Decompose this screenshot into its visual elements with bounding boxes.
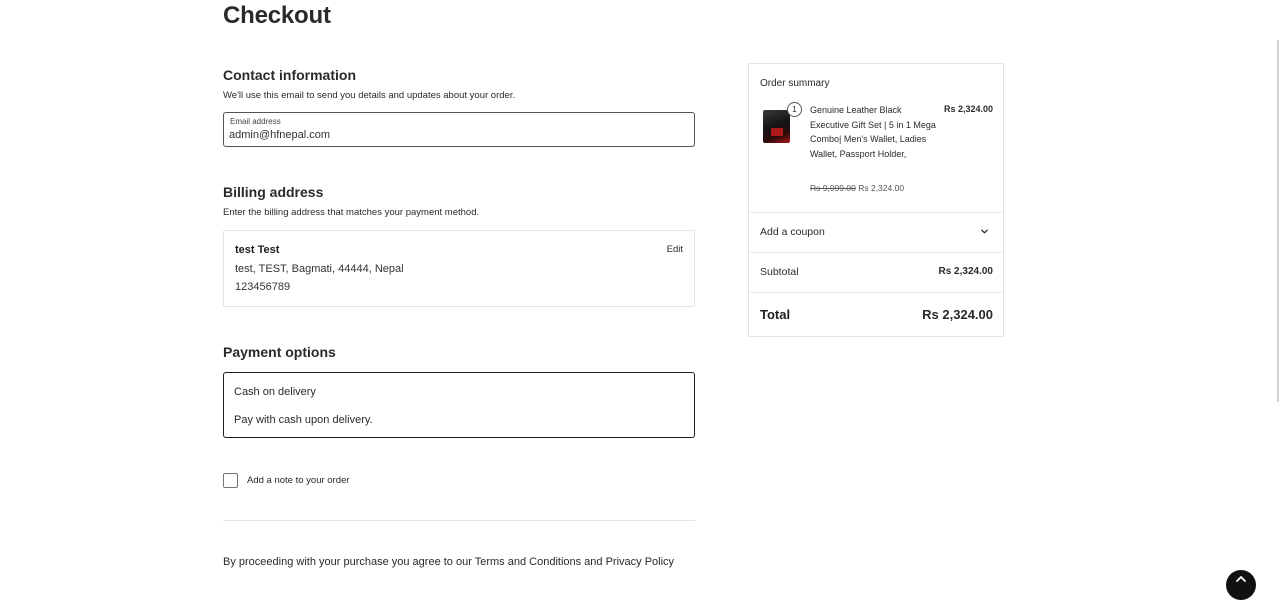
product-image [763, 110, 790, 143]
email-field-value[interactable]: admin@hfnepal.com [229, 129, 330, 141]
email-field[interactable]: Email address admin@hfnepal.com [223, 112, 695, 147]
arrow-up-icon [1236, 576, 1246, 582]
payment-method-name: Cash on delivery [234, 386, 316, 398]
order-summary-card: Order summary 1 Genuine Leather Black Ex… [748, 63, 1004, 337]
product-regular-price: Rs 9,999.00 [810, 183, 856, 193]
quantity-badge: 1 [787, 102, 802, 117]
subtotal-value: Rs 2,324.00 [938, 266, 994, 277]
contact-section-title: Contact information [223, 67, 356, 83]
payment-section-title: Payment options [223, 344, 336, 360]
email-field-label: Email address [230, 117, 281, 126]
order-note-label[interactable]: Add a note to your order [247, 475, 349, 486]
order-summary-title: Order summary [760, 78, 830, 89]
billing-name: test Test [235, 244, 280, 256]
summary-divider [749, 292, 1003, 293]
billing-phone: 123456789 [235, 281, 291, 293]
terms-notice: By proceeding with your purchase you agr… [223, 556, 674, 568]
product-line-total: Rs 2,324.00 [943, 104, 993, 114]
billing-address-line: test, TEST, Bagmati, 44444, Nepal [235, 263, 404, 275]
chevron-down-icon[interactable] [980, 227, 989, 236]
total-label: Total [760, 307, 791, 322]
page-title: Checkout [223, 2, 331, 29]
product-image-accent [771, 128, 783, 136]
total-value: Rs 2,324.00 [922, 307, 993, 322]
terms-and: and [581, 556, 606, 568]
product-sale-price: Rs 2,324.00 [858, 183, 905, 193]
billing-description: Enter the billing address that matches y… [223, 207, 480, 218]
terms-link[interactable]: Terms and Conditions [475, 556, 581, 568]
subtotal-label: Subtotal [760, 266, 799, 278]
scroll-top-button[interactable] [1226, 570, 1256, 600]
billing-address-card: test Test test, TEST, Bagmati, 44444, Ne… [223, 230, 695, 307]
contact-description: We'll use this email to send you details… [223, 90, 516, 101]
order-note-checkbox[interactable] [223, 473, 238, 488]
payment-option-cod[interactable]: Cash on delivery Pay with cash upon deli… [223, 372, 695, 438]
privacy-policy-link[interactable]: Privacy Policy [606, 556, 674, 568]
add-coupon-toggle[interactable]: Add a coupon [760, 226, 825, 238]
product-price-row: Rs 9,999.00 Rs 2,324.00 [810, 183, 904, 193]
summary-divider [749, 252, 1003, 253]
summary-divider [749, 212, 1003, 213]
terms-prefix: By proceeding with your purchase you agr… [223, 556, 475, 568]
billing-section-title: Billing address [223, 184, 324, 200]
product-name: Genuine Leather Black Executive Gift Set… [810, 105, 936, 160]
billing-edit-button[interactable]: Edit [667, 244, 683, 255]
payment-method-description: Pay with cash upon delivery. [234, 414, 373, 426]
section-divider [223, 520, 695, 521]
page-scrollbar-thumb[interactable] [1277, 40, 1279, 402]
